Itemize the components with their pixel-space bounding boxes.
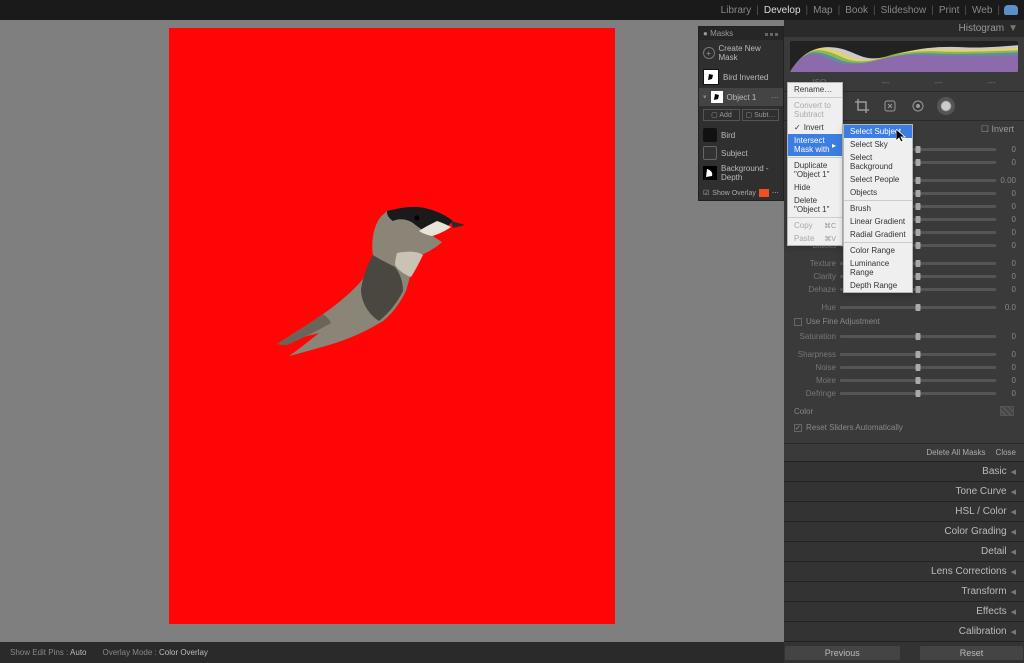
masking-tool-icon[interactable]	[937, 97, 955, 115]
histogram-label: Histogram	[959, 23, 1005, 34]
component-thumb-icon	[703, 166, 717, 180]
menu-convert-subtract: Convert to Subtract	[788, 99, 842, 121]
menu-rename[interactable]: Rename…	[788, 83, 842, 96]
menu-copy: Copy⌘C	[788, 219, 842, 232]
panel-color-grading[interactable]: Color Grading◀	[784, 522, 1024, 542]
menu-paste: Paste⌘V	[788, 232, 842, 245]
mask-bird-inverted[interactable]: Bird Inverted	[699, 66, 783, 88]
mask-subtract-button[interactable]: ▢ Subt…	[742, 109, 779, 121]
show-overlay-checkbox[interactable]: ☑	[703, 189, 709, 197]
module-develop[interactable]: Develop	[759, 5, 806, 16]
mask-component-background-depth[interactable]: Background - Depth	[699, 162, 783, 184]
create-new-mask-button[interactable]: +Create New Mask	[699, 40, 783, 66]
crop-tool-icon[interactable]	[853, 97, 871, 115]
heal-tool-icon[interactable]	[881, 97, 899, 115]
mask-thumb-bird	[703, 69, 719, 85]
reset-button[interactable]: Reset	[920, 646, 1024, 660]
invert-mask-checkbox[interactable]: ☐ Invert	[981, 124, 1014, 135]
defringe-slider[interactable]	[840, 392, 996, 395]
bird-subject	[267, 163, 477, 358]
overlay-mode-dropdown[interactable]: Color Overlay	[159, 648, 208, 657]
module-print[interactable]: Print	[934, 5, 965, 16]
submenu-select-people[interactable]: Select People	[844, 173, 912, 186]
component-thumb-icon	[703, 146, 717, 160]
submenu-select-background[interactable]: Select Background	[844, 151, 912, 173]
previous-button[interactable]: Previous	[785, 646, 900, 660]
plus-icon: +	[703, 47, 715, 59]
panel-transform[interactable]: Transform◀	[784, 582, 1024, 602]
menu-intersect-mask-with[interactable]: Intersect Mask with▸	[788, 134, 842, 156]
module-book[interactable]: Book	[840, 5, 873, 16]
masks-panel-more-icon[interactable]	[764, 29, 779, 38]
moire-slider[interactable]	[840, 379, 996, 382]
chevron-down-icon: ▾	[703, 93, 707, 101]
component-thumb-icon	[703, 128, 717, 142]
noise-slider[interactable]	[840, 366, 996, 369]
mask-object-1[interactable]: ▾ Object 1 ⋯	[699, 88, 783, 106]
panel-calibration[interactable]: Calibration◀	[784, 622, 1024, 642]
hue-slider[interactable]	[840, 306, 996, 309]
panel-basic[interactable]: Basic◀	[784, 462, 1024, 482]
menu-hide[interactable]: Hide	[788, 181, 842, 194]
panel-hsl-color[interactable]: HSL / Color◀	[784, 502, 1024, 522]
menu-delete[interactable]: Delete "Object 1"	[788, 194, 842, 216]
redeye-tool-icon[interactable]	[909, 97, 927, 115]
panel-lens-corrections[interactable]: Lens Corrections◀	[784, 562, 1024, 582]
submenu-select-sky[interactable]: Select Sky	[844, 138, 912, 151]
module-library[interactable]: Library	[716, 5, 757, 16]
submenu-luminance-range[interactable]: Luminance Range	[844, 257, 912, 279]
close-mask-panel-button[interactable]: Close	[996, 448, 1016, 457]
masks-panel[interactable]: ● Masks +Create New Mask Bird Inverted ▾…	[698, 26, 784, 201]
submenu-objects[interactable]: Objects	[844, 186, 912, 199]
menu-invert[interactable]: ✓Invert	[788, 121, 842, 134]
intersect-submenu: Select Subject Select Sky Select Backgro…	[843, 124, 913, 293]
submenu-color-range[interactable]: Color Range	[844, 244, 912, 257]
reset-sliders-auto-checkbox[interactable]	[794, 424, 802, 432]
overlay-options-icon[interactable]: ⋯	[772, 189, 779, 197]
mask-component-bird[interactable]: Bird	[699, 126, 783, 144]
module-web[interactable]: Web	[967, 5, 997, 16]
use-fine-adjust-checkbox[interactable]	[794, 318, 802, 326]
sharpness-slider[interactable]	[840, 353, 996, 356]
submenu-linear-gradient[interactable]: Linear Gradient	[844, 215, 912, 228]
submenu-brush[interactable]: Brush	[844, 202, 912, 215]
panel-detail[interactable]: Detail◀	[784, 542, 1024, 562]
saturation-slider[interactable]	[840, 335, 996, 338]
menu-duplicate[interactable]: Duplicate "Object 1"	[788, 159, 842, 181]
module-bar: Library| Develop| Map| Book| Slideshow| …	[0, 0, 1024, 20]
bottom-bar: Show Edit Pins : Auto Overlay Mode : Col…	[0, 642, 1024, 663]
develop-accordion: Basic◀ Tone Curve◀ HSL / Color◀ Color Gr…	[784, 461, 1024, 642]
mask-options-icon[interactable]: ⋯	[771, 93, 779, 102]
panel-effects[interactable]: Effects◀	[784, 602, 1024, 622]
mask-add-button[interactable]: ▢ Add	[703, 109, 740, 121]
mask-component-subject[interactable]: Subject	[699, 144, 783, 162]
submenu-select-subject[interactable]: Select Subject	[844, 125, 912, 138]
submenu-depth-range[interactable]: Depth Range	[844, 279, 912, 292]
cloud-sync-icon[interactable]	[1004, 5, 1018, 15]
color-swatch[interactable]	[1000, 406, 1014, 416]
overlay-color-swatch[interactable]	[759, 189, 769, 197]
photo-with-mask-overlay	[169, 28, 615, 624]
submenu-radial-gradient[interactable]: Radial Gradient	[844, 228, 912, 241]
module-map[interactable]: Map	[808, 5, 837, 16]
mask-thumb-object1	[711, 91, 723, 103]
module-slideshow[interactable]: Slideshow	[876, 5, 932, 16]
canvas[interactable]	[0, 20, 784, 642]
mask-context-menu: Rename… Convert to Subtract ✓Invert Inte…	[787, 82, 843, 246]
panel-tone-curve[interactable]: Tone Curve◀	[784, 482, 1024, 502]
edit-pins-dropdown[interactable]: Auto	[70, 648, 86, 657]
histogram[interactable]	[790, 41, 1018, 72]
delete-all-masks-button[interactable]: Delete All Masks	[926, 448, 985, 457]
